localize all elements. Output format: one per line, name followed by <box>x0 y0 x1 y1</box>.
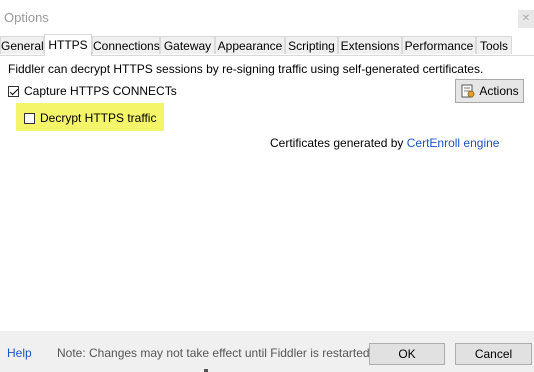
certificates-info: Certificates generated by CertEnroll eng… <box>270 136 499 150</box>
capture-https-option[interactable]: Capture HTTPS CONNECTs <box>8 84 177 98</box>
tab-connections[interactable]: Connections <box>92 36 160 54</box>
tab-gateway[interactable]: Gateway <box>160 36 215 54</box>
decrypt-https-label: Decrypt HTTPS traffic <box>40 111 157 125</box>
decrypt-https-option[interactable]: Decrypt HTTPS traffic <box>24 111 156 125</box>
tab-general[interactable]: General <box>0 36 44 54</box>
help-link[interactable]: Help <box>7 346 32 360</box>
actions-label: Actions <box>479 84 519 98</box>
tab-scripting[interactable]: Scripting <box>285 36 338 54</box>
tab-tools[interactable]: Tools <box>476 36 512 54</box>
actions-button[interactable]: Actions <box>455 79 524 103</box>
tab-extensions[interactable]: Extensions <box>338 36 402 54</box>
decrypt-https-checkbox[interactable] <box>24 112 35 124</box>
certenroll-link[interactable]: CertEnroll engine <box>407 136 500 150</box>
ok-button[interactable]: OK <box>369 343 445 365</box>
dialog-footer: Help Note: Changes may not take effect u… <box>0 331 534 372</box>
options-dialog: Options ✕ General HTTPS Connections Gate… <box>0 0 534 372</box>
tab-https[interactable]: HTTPS <box>44 34 92 56</box>
title-bar: Options ✕ <box>0 0 534 34</box>
tab-appearance[interactable]: Appearance <box>215 36 285 54</box>
https-panel: Fiddler can decrypt HTTPS sessions by re… <box>0 56 534 331</box>
tab-performance[interactable]: Performance <box>402 36 476 54</box>
cancel-button[interactable]: Cancel <box>455 343 532 365</box>
capture-https-label: Capture HTTPS CONNECTs <box>24 84 177 98</box>
tab-strip: General HTTPS Connections Gateway Appear… <box>0 34 534 56</box>
certificate-icon <box>461 84 475 98</box>
certs-prefix: Certificates generated by <box>270 136 407 150</box>
restart-note: Note: Changes may not take effect until … <box>57 346 373 360</box>
capture-https-checkbox[interactable] <box>8 85 19 97</box>
window-title: Options <box>4 10 49 25</box>
close-icon[interactable]: ✕ <box>518 10 534 28</box>
https-description: Fiddler can decrypt HTTPS sessions by re… <box>8 62 484 76</box>
